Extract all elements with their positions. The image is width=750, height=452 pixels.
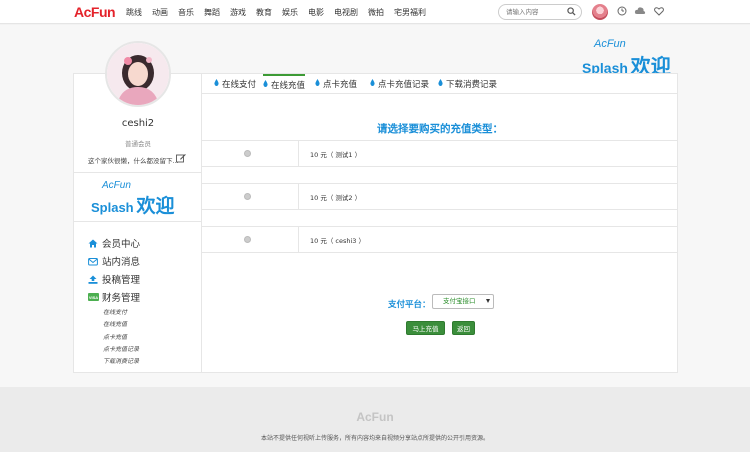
droplet-icon: [370, 79, 375, 89]
payment-platform-selected: 支付宝接口: [443, 297, 476, 305]
sidebar-menu: 会员中心 站内消息 投稿管理 VISA 财务管理 在线支付 在线充值 点卡充值 …: [88, 234, 140, 368]
nav-item-weipai[interactable]: 微拍: [368, 7, 384, 18]
footer-disclaimer: 本站不提供任何视听上传服务，所有内容均来自视频分享站点所提供的公开引用资源。: [260, 435, 489, 442]
droplet-icon: [214, 79, 219, 89]
visa-card-icon: VISA: [88, 293, 102, 301]
submenu-item-card-recharge[interactable]: 点卡充值: [103, 332, 140, 344]
nav-item-wudao[interactable]: 舞蹈: [204, 7, 220, 18]
recharge-option-label: 10 元（ 测试2 ）: [310, 194, 362, 202]
search-icon[interactable]: [567, 7, 576, 19]
username: ceshi2: [121, 118, 155, 129]
user-signature: 这个家伙很懒，什么都没留下...: [88, 157, 179, 165]
sidebar-item-uploads[interactable]: 投稿管理: [88, 270, 140, 288]
payment-platform-label: 支付平台：: [388, 300, 431, 310]
recharge-option-label: 10 元（ 测试1 ）: [310, 151, 362, 159]
top-navbar: AcFun 跳线 动画 音乐 舞蹈 游戏 教育 娱乐 电影 电视剧 微拍 宅男福…: [0, 0, 750, 24]
submenu-item-download-spending-records[interactable]: 下载消费记录: [103, 356, 140, 368]
divider: [298, 141, 299, 166]
radio-button[interactable]: [244, 150, 251, 157]
envelope-icon: [88, 257, 102, 266]
acfun-logo[interactable]: AcFun: [74, 4, 116, 20]
recharge-option-row[interactable]: 10 元（ 测试1 ）: [202, 140, 678, 167]
nav-item-zhainan[interactable]: 宅男福利: [394, 7, 426, 18]
divider: [298, 184, 299, 209]
divider: [74, 221, 201, 222]
nav-item-donghua[interactable]: 动画: [152, 7, 168, 18]
sidebar: ceshi2 普通会员 这个家伙很懒，什么都没留下... AcFun Splas…: [74, 41, 202, 372]
divider: [74, 172, 201, 173]
edit-icon[interactable]: [176, 153, 186, 166]
sidebar-splash-logo: AcFun Splash 欢迎: [91, 180, 175, 218]
sidebar-huanying-text: 欢迎: [136, 195, 175, 217]
footer: AcFun 本站不提供任何视听上传服务，所有内容均来自视频分享站点所提供的公开引…: [0, 387, 750, 452]
sidebar-item-label: 站内消息: [102, 257, 141, 268]
footer-logo: AcFun: [356, 410, 394, 424]
back-button[interactable]: 返回: [452, 321, 475, 335]
recharge-option-row[interactable]: 10 元（ 测试2 ）: [202, 183, 678, 210]
nav-item-dianying[interactable]: 电影: [308, 7, 324, 18]
nav-item-jiaoyu[interactable]: 教育: [256, 7, 272, 18]
sidebar-item-label: 财务管理: [102, 293, 141, 304]
payment-platform-select[interactable]: 支付宝接口: [432, 294, 494, 309]
tab-bar: 在线支付 在线充值 点卡充值 点卡充值记录 下载消费记录: [202, 74, 678, 94]
upload-cloud-icon[interactable]: [634, 6, 646, 19]
tab-download-spending-records[interactable]: 下载消费记录: [438, 74, 497, 94]
radio-button[interactable]: [244, 236, 251, 243]
sidebar-acfun-text: AcFun: [102, 180, 131, 191]
nav-item-yinyue[interactable]: 音乐: [178, 7, 194, 18]
upload-icon: [88, 275, 102, 284]
profile-avatar[interactable]: [105, 41, 171, 107]
finance-submenu: 在线支付 在线充值 点卡充值 点卡充值记录 下载消费记录: [103, 307, 140, 368]
tab-label: 在线充值: [271, 81, 306, 91]
tab-label: 在线支付: [222, 80, 257, 90]
sidebar-splash-text: Splash: [91, 200, 134, 215]
sidebar-item-label: 会员中心: [102, 239, 141, 250]
tab-card-recharge[interactable]: 点卡充值: [315, 74, 357, 94]
nav-item-yule[interactable]: 娱乐: [282, 7, 298, 18]
radio-button[interactable]: [244, 193, 251, 200]
tab-label: 点卡充值: [323, 80, 358, 90]
member-panel: ceshi2 普通会员 这个家伙很懒，什么都没留下... AcFun Splas…: [73, 41, 678, 373]
chevron-down-icon: [486, 299, 490, 303]
svg-text:VISA: VISA: [89, 295, 98, 300]
nav-item-tiaoxian[interactable]: 跳线: [126, 7, 142, 18]
nav-item-dianshiju[interactable]: 电视剧: [334, 7, 358, 18]
divider: [298, 227, 299, 252]
nav-item-youxi[interactable]: 游戏: [230, 7, 246, 18]
sidebar-item-messages[interactable]: 站内消息: [88, 252, 140, 270]
sidebar-item-finance[interactable]: VISA 财务管理: [88, 288, 140, 306]
search-box: [498, 4, 582, 20]
main-content: 在线支付 在线充值 点卡充值 点卡充值记录 下载消费记录 请选择要购买的充值类型…: [202, 74, 678, 372]
tab-card-recharge-records[interactable]: 点卡充值记录: [370, 74, 429, 94]
droplet-icon: [315, 79, 320, 89]
tab-online-recharge[interactable]: 在线充值: [263, 74, 306, 94]
droplet-icon: [263, 80, 268, 90]
recharge-now-button[interactable]: 马上充值: [406, 321, 445, 335]
tab-label: 点卡充值记录: [378, 80, 430, 90]
main-nav: 跳线 动画 音乐 舞蹈 游戏 教育 娱乐 电影 电视剧 微拍 宅男福利: [126, 7, 436, 18]
sidebar-item-label: 投稿管理: [102, 275, 141, 286]
banner-acfun-text: AcFun: [594, 38, 626, 50]
recharge-option-row[interactable]: 10 元（ ceshi3 ）: [202, 226, 678, 253]
clock-icon[interactable]: [617, 6, 627, 19]
user-level: 普通会员: [125, 140, 151, 148]
home-icon: [88, 239, 102, 248]
sidebar-item-member-center[interactable]: 会员中心: [88, 234, 140, 252]
heart-icon[interactable]: [654, 6, 664, 19]
search-input[interactable]: [506, 5, 566, 19]
submenu-item-online-recharge[interactable]: 在线充值: [103, 319, 140, 331]
recharge-option-label: 10 元（ ceshi3 ）: [310, 237, 365, 245]
tab-online-pay[interactable]: 在线支付: [214, 74, 256, 94]
submenu-item-online-pay[interactable]: 在线支付: [103, 307, 140, 319]
recharge-type-heading: 请选择要购买的充值类型：: [377, 123, 503, 135]
tab-label: 下载消费记录: [446, 80, 498, 90]
user-avatar[interactable]: [592, 4, 608, 20]
droplet-icon: [438, 79, 443, 89]
submenu-item-card-recharge-records[interactable]: 点卡充值记录: [103, 344, 140, 356]
